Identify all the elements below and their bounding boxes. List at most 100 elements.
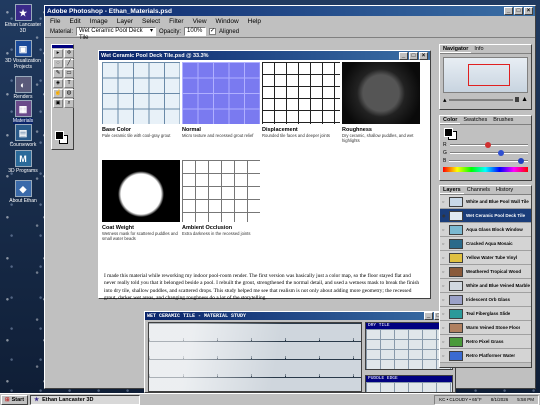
layer-row[interactable]: ○ Cracked Aqua Mosaic bbox=[440, 237, 531, 251]
slider-track[interactable] bbox=[449, 142, 528, 148]
menu-help[interactable]: Help bbox=[248, 18, 261, 25]
slider-track[interactable] bbox=[449, 150, 528, 156]
minimize-button[interactable]: _ bbox=[504, 7, 513, 15]
tab-swatches[interactable]: Swatches bbox=[460, 116, 490, 124]
menu-image[interactable]: Image bbox=[90, 18, 108, 25]
layer-row[interactable]: ◉ Wet Ceramic Pool Deck Tile bbox=[440, 209, 531, 223]
navigator-view-box[interactable] bbox=[468, 64, 510, 86]
desktop-icon-programs[interactable]: M 3D Programs bbox=[3, 150, 43, 174]
tool-button[interactable]: ◌ bbox=[53, 59, 63, 68]
clock[interactable]: 5:58 PM bbox=[517, 397, 534, 402]
tool-button[interactable]: ✎ bbox=[53, 69, 63, 78]
doc-minimize-button[interactable]: _ bbox=[399, 51, 408, 60]
document-titlebar[interactable]: Wet Ceramic Pool Deck Tile.psd @ 33.3% _… bbox=[99, 51, 430, 60]
eye-icon[interactable]: ○ bbox=[442, 325, 446, 330]
map-coat-weight[interactable]: Coat Weight Wetness mask for scattered p… bbox=[102, 160, 180, 256]
layer-row[interactable]: ○ Warm Veined Stone Floor bbox=[440, 321, 531, 335]
layer-row[interactable]: ○ Yellow Water Tube Vinyl bbox=[440, 251, 531, 265]
fg-color-chip[interactable] bbox=[444, 128, 453, 137]
tab-history[interactable]: History bbox=[493, 186, 516, 194]
layer-row[interactable]: ○ Retro Pixel Grass bbox=[440, 335, 531, 349]
zoom-slider-knob[interactable] bbox=[515, 97, 520, 102]
tool-button[interactable]: ⌕ bbox=[64, 99, 74, 108]
menu-edit[interactable]: Edit bbox=[69, 18, 80, 25]
eye-icon[interactable]: ○ bbox=[442, 269, 446, 274]
tab-channels[interactable]: Channels bbox=[464, 186, 493, 194]
close-button[interactable]: × bbox=[524, 7, 533, 15]
layer-row[interactable]: ○ White and Blue Pool Wall Tile bbox=[440, 195, 531, 209]
eye-icon[interactable]: ○ bbox=[442, 227, 446, 232]
maximize-button[interactable]: □ bbox=[514, 7, 523, 15]
menu-select[interactable]: Select bbox=[142, 18, 160, 25]
zoom-in-icon[interactable]: ▲ bbox=[521, 96, 528, 103]
desktop-icon-portfolio[interactable]: ★ Ethan Lancaster 3D bbox=[3, 4, 43, 34]
zoom-slider[interactable] bbox=[448, 98, 514, 101]
desktop-icon-projects[interactable]: ▣ 3D Visualization Projects bbox=[3, 40, 43, 70]
menu-file[interactable]: File bbox=[50, 18, 60, 25]
eye-icon[interactable]: ○ bbox=[442, 199, 446, 204]
tab-navigator[interactable]: Navigator bbox=[440, 45, 472, 53]
foreground-color-swatch[interactable] bbox=[55, 131, 64, 140]
layer-row[interactable]: ○ Weathered Tropical Wood bbox=[440, 265, 531, 279]
desktop-icon-coursework[interactable]: ▤ Coursework bbox=[3, 124, 43, 148]
menu-filter[interactable]: Filter bbox=[169, 18, 183, 25]
tool-button[interactable]: ◈ bbox=[53, 79, 63, 88]
eye-icon[interactable]: ○ bbox=[442, 353, 446, 358]
tool-button[interactable]: ▸ bbox=[53, 49, 63, 58]
slider-thumb[interactable] bbox=[498, 150, 505, 156]
tab-info[interactable]: Info bbox=[471, 45, 486, 53]
opacity-field[interactable]: 100% bbox=[184, 27, 207, 36]
tool-button[interactable]: T bbox=[64, 79, 74, 88]
tool-button[interactable]: ✢ bbox=[64, 49, 74, 58]
tool-button[interactable]: ╱ bbox=[64, 59, 74, 68]
slider-thumb[interactable] bbox=[517, 158, 524, 164]
tab-layers[interactable]: Layers bbox=[440, 186, 464, 194]
doc-maximize-button[interactable]: □ bbox=[409, 51, 418, 60]
tool-button[interactable]: ☝ bbox=[53, 89, 63, 98]
zoom-out-icon[interactable]: ▴ bbox=[443, 96, 447, 104]
tool-button[interactable]: ▭ bbox=[64, 69, 74, 78]
doc-close-button[interactable]: × bbox=[419, 51, 428, 60]
eye-icon[interactable]: ○ bbox=[442, 339, 446, 344]
taskbar-task-portfolio[interactable]: ★ Ethan Lancaster 3D bbox=[30, 394, 141, 405]
color-spectrum[interactable] bbox=[443, 167, 528, 172]
layer-row[interactable]: ○ White and Blue Veined Marble bbox=[440, 279, 531, 293]
navigator-preview[interactable] bbox=[443, 57, 528, 93]
layer-row[interactable]: ○ Aqua Glass Block Window bbox=[440, 223, 531, 237]
map-normal[interactable]: Normal Micro texture and recessed grout … bbox=[182, 62, 260, 158]
desktop-icon-materials[interactable]: ▦ Materials bbox=[3, 100, 43, 124]
menu-view[interactable]: View bbox=[193, 18, 207, 25]
map-base-color[interactable]: Base Color Pale ceramic tile with cool-g… bbox=[102, 62, 180, 158]
map-ambient-occlusion[interactable]: Ambient Occlusion Extra darkness in the … bbox=[182, 160, 260, 256]
start-button[interactable]: ⊞ Start bbox=[1, 394, 29, 405]
study-minimize-button[interactable]: _ bbox=[424, 312, 433, 320]
menu-layer[interactable]: Layer bbox=[117, 18, 133, 25]
tool-button[interactable]: ▣ bbox=[53, 99, 63, 108]
study-titlebar[interactable]: WET CERAMIC TILE - MATERIAL STUDY _ □ × bbox=[145, 312, 455, 320]
desktop-icon-renders[interactable]: ◐ Renders bbox=[3, 76, 43, 100]
map-desc: Wetness mask for scattered puddles and s… bbox=[102, 231, 178, 241]
slider-track[interactable] bbox=[449, 158, 528, 164]
layer-name: Retro Pixel Grass bbox=[466, 339, 504, 344]
eye-icon[interactable]: ○ bbox=[442, 311, 446, 316]
slider-thumb[interactable] bbox=[484, 142, 491, 148]
eye-icon[interactable]: ○ bbox=[442, 241, 446, 246]
layer-row[interactable]: ○ Iridescent Orb Glass bbox=[440, 293, 531, 307]
layer-thumbnail bbox=[449, 210, 463, 221]
map-displacement[interactable]: Displacement Rounded tile faces and deep… bbox=[262, 62, 340, 158]
desktop-icon-about[interactable]: ◆ About Ethan bbox=[3, 180, 43, 204]
eye-icon[interactable]: ○ bbox=[442, 283, 446, 288]
menu-window[interactable]: Window bbox=[216, 18, 239, 25]
tab-brushes[interactable]: Brushes bbox=[490, 116, 516, 124]
tool-button[interactable]: ◍ bbox=[64, 89, 74, 98]
layer-row[interactable]: ○ Retro Platformer Water bbox=[440, 349, 531, 363]
tab-color[interactable]: Color bbox=[440, 116, 461, 124]
eye-icon[interactable]: ◉ bbox=[442, 213, 446, 218]
aligned-checkbox[interactable]: ✓ bbox=[209, 28, 217, 35]
window-titlebar[interactable]: Adobe Photoshop - Ethan_Materials.psd _ … bbox=[45, 6, 535, 16]
material-select[interactable]: Wet Ceramic Pool Deck Tile ▾ bbox=[76, 27, 157, 41]
eye-icon[interactable]: ○ bbox=[442, 297, 446, 302]
eye-icon[interactable]: ○ bbox=[442, 255, 446, 260]
map-roughness[interactable]: Roughness Dry ceramic, shallow puddles, … bbox=[342, 62, 420, 158]
layer-row[interactable]: ○ Teal Fiberglass Slide bbox=[440, 307, 531, 321]
